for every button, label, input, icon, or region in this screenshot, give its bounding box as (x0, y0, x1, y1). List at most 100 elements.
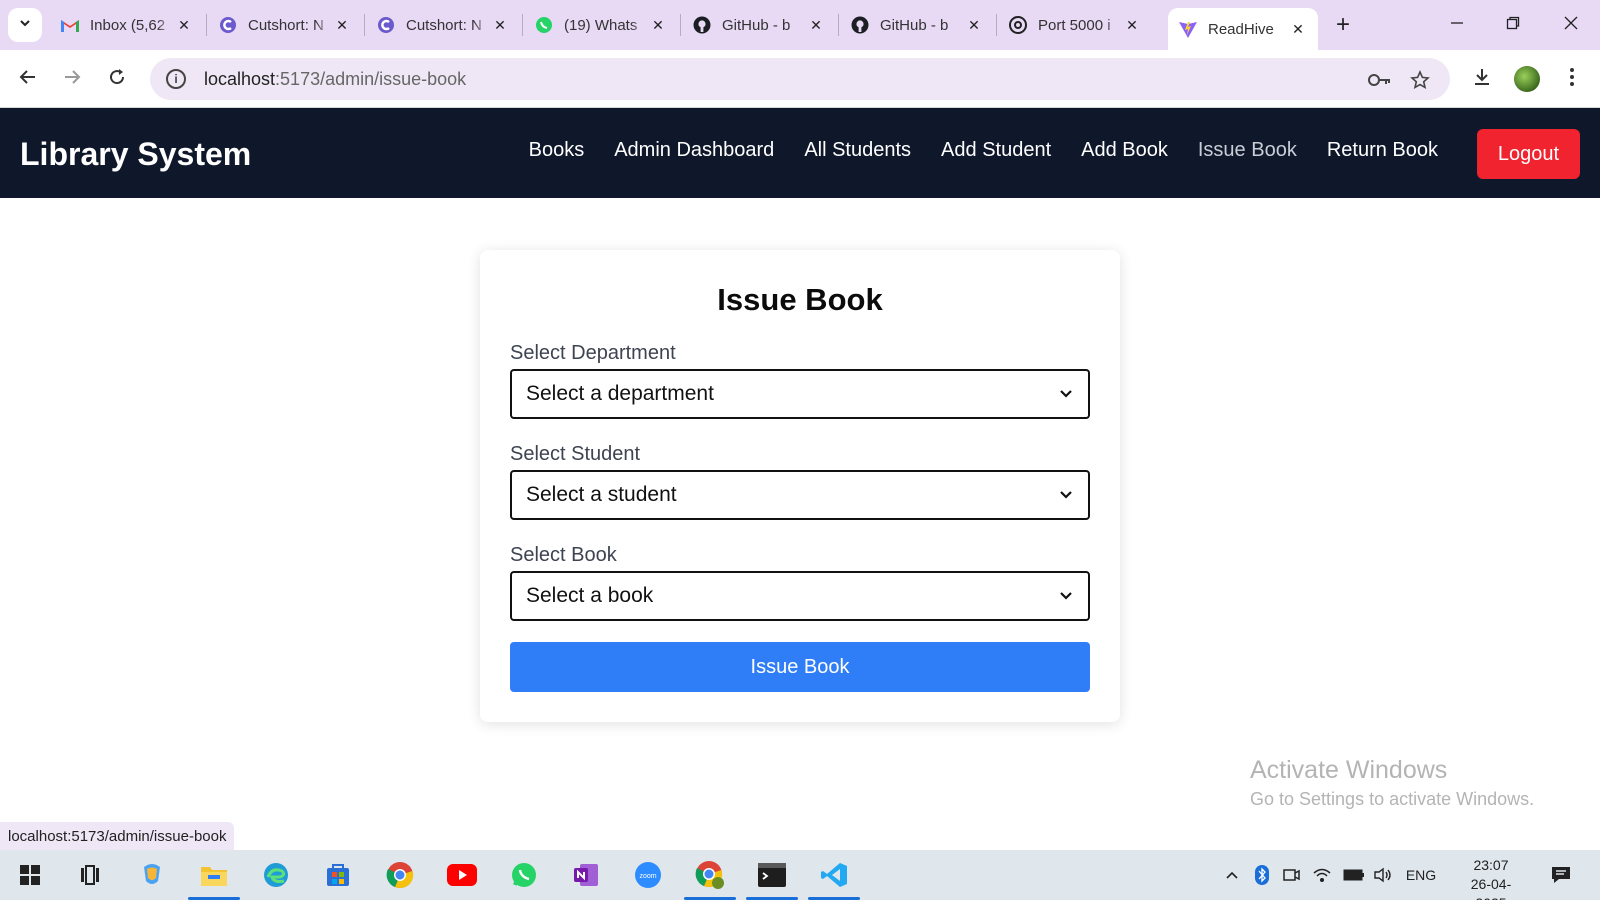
nav-link-add-book[interactable]: Add Book (1081, 132, 1168, 168)
star-icon[interactable] (1408, 68, 1432, 92)
browser-tab[interactable]: Port 5000 i ✕ (998, 8, 1152, 42)
tab-title: (19) Whats (564, 16, 638, 34)
windows-start-icon[interactable] (14, 859, 46, 891)
nav-link-all-students[interactable]: All Students (804, 132, 911, 168)
back-button[interactable] (13, 64, 43, 94)
nav-link-admin-dashboard[interactable]: Admin Dashboard (614, 132, 774, 168)
zoom-icon[interactable]: zoom (632, 859, 664, 891)
new-tab-button[interactable]: + (1328, 10, 1358, 40)
chevron-down-icon (1058, 386, 1074, 402)
vscode-icon[interactable] (808, 859, 860, 900)
close-tab-icon[interactable]: ✕ (1288, 19, 1308, 39)
volume-icon[interactable] (1371, 864, 1395, 886)
plus-icon: + (1335, 11, 1350, 38)
more-vertical-icon (1569, 67, 1575, 92)
chrome-icon[interactable] (384, 859, 416, 891)
avatar (1514, 66, 1540, 92)
close-tab-icon[interactable]: ✕ (806, 15, 826, 35)
browser-menu-button[interactable] (1557, 64, 1587, 94)
close-window-button[interactable] (1551, 6, 1591, 42)
bluetooth-icon[interactable] (1251, 864, 1273, 886)
notifications-icon[interactable] (1548, 864, 1574, 886)
nav-link-return-book[interactable]: Return Book (1327, 132, 1438, 168)
cutshort-icon (218, 15, 238, 35)
restore-icon (1506, 14, 1520, 35)
github-icon (850, 15, 870, 35)
whatsapp-icon[interactable] (508, 859, 540, 891)
close-tab-icon[interactable]: ✕ (490, 15, 510, 35)
activate-windows-hint: Go to Settings to activate Windows. (1250, 789, 1535, 809)
department-select[interactable]: Select a department (510, 369, 1090, 419)
svg-text:zoom: zoom (639, 873, 656, 880)
tab-title: ReadHive (1208, 20, 1274, 38)
youtube-icon[interactable] (446, 859, 478, 891)
tab-title: Cutshort: N (248, 16, 324, 34)
close-tab-icon[interactable]: ✕ (964, 15, 984, 35)
main-nav: Books Admin Dashboard All Students Add S… (529, 132, 1438, 168)
student-select[interactable]: Select a student (510, 470, 1090, 520)
issue-book-card: Issue Book Select Department Select a de… (480, 250, 1120, 722)
microsoft-store-icon[interactable] (322, 859, 354, 891)
browser-tab[interactable]: Cutshort: N ✕ (366, 8, 520, 42)
chrome-profile-icon[interactable] (684, 859, 736, 900)
file-explorer-icon[interactable] (188, 859, 240, 900)
browser-tab[interactable]: (19) Whats ✕ (524, 8, 678, 42)
close-tab-icon[interactable]: ✕ (648, 15, 668, 35)
onenote-icon[interactable] (570, 859, 602, 891)
tab-search-button[interactable] (8, 8, 42, 42)
copilot-icon[interactable] (136, 859, 168, 891)
close-tab-icon[interactable]: ✕ (332, 15, 352, 35)
minimize-button[interactable] (1437, 6, 1477, 42)
clock-date: 26-04-2025 (1470, 876, 1512, 900)
terminal-icon[interactable] (746, 859, 798, 900)
address-bar[interactable]: i localhost:5173/admin/issue-book (150, 58, 1450, 100)
browser-tab[interactable]: Cutshort: N ✕ (208, 8, 362, 42)
issue-book-button[interactable]: Issue Book (510, 642, 1090, 692)
browser-tab[interactable]: Inbox (5,62 ✕ (50, 8, 204, 42)
app-navbar: Library System Books Admin Dashboard All… (0, 108, 1600, 198)
battery-icon[interactable] (1341, 864, 1367, 886)
meet-icon[interactable] (1280, 864, 1302, 886)
wifi-icon[interactable] (1310, 864, 1334, 886)
vite-icon (1178, 19, 1198, 39)
gmail-icon (60, 15, 80, 35)
close-tab-icon[interactable]: ✕ (1122, 15, 1142, 35)
student-select-value: Select a student (526, 483, 677, 506)
restore-button[interactable] (1493, 6, 1533, 42)
nav-link-books[interactable]: Books (529, 132, 585, 168)
chevron-up-icon[interactable] (1221, 864, 1243, 886)
nav-link-issue-book[interactable]: Issue Book (1198, 132, 1297, 168)
close-tab-icon[interactable]: ✕ (174, 15, 194, 35)
site-info-icon[interactable]: i (166, 69, 186, 89)
chevron-down-icon (1058, 588, 1074, 604)
tab-title: Cutshort: N (406, 16, 482, 34)
book-select[interactable]: Select a book (510, 571, 1090, 621)
profile-button[interactable] (1512, 64, 1542, 94)
browser-tab[interactable]: GitHub - b ✕ (840, 8, 994, 42)
student-label: Select Student (510, 443, 641, 465)
forward-button[interactable] (57, 64, 87, 94)
chevron-down-icon (1058, 487, 1074, 503)
download-button[interactable] (1467, 64, 1497, 94)
minimize-icon (1450, 14, 1464, 35)
form-title: Issue Book (717, 282, 883, 317)
github-icon (692, 15, 712, 35)
language-indicator[interactable]: ENG (1403, 864, 1439, 886)
edge-icon[interactable] (260, 859, 292, 891)
nav-link-add-student[interactable]: Add Student (941, 132, 1051, 168)
task-view-icon[interactable] (74, 859, 106, 891)
logout-button[interactable]: Logout (1477, 129, 1580, 179)
clock-time: 23:07 (1473, 857, 1509, 873)
activate-windows-watermark: Activate Windows (1250, 756, 1448, 784)
book-select-value: Select a book (526, 584, 654, 607)
system-clock[interactable]: 23:07 26-04-2025 (1456, 856, 1526, 900)
key-icon[interactable] (1368, 68, 1392, 92)
book-label: Select Book (510, 544, 617, 566)
tab-title: GitHub - b (722, 16, 791, 34)
browser-tab-active[interactable]: ReadHive ✕ (1168, 8, 1318, 50)
app-brand[interactable]: Library System (20, 136, 251, 173)
openai-icon (1008, 15, 1028, 35)
link-status-bar: localhost:5173/admin/issue-book (0, 822, 235, 850)
reload-button[interactable] (102, 64, 132, 94)
browser-tab[interactable]: GitHub - b ✕ (682, 8, 836, 42)
